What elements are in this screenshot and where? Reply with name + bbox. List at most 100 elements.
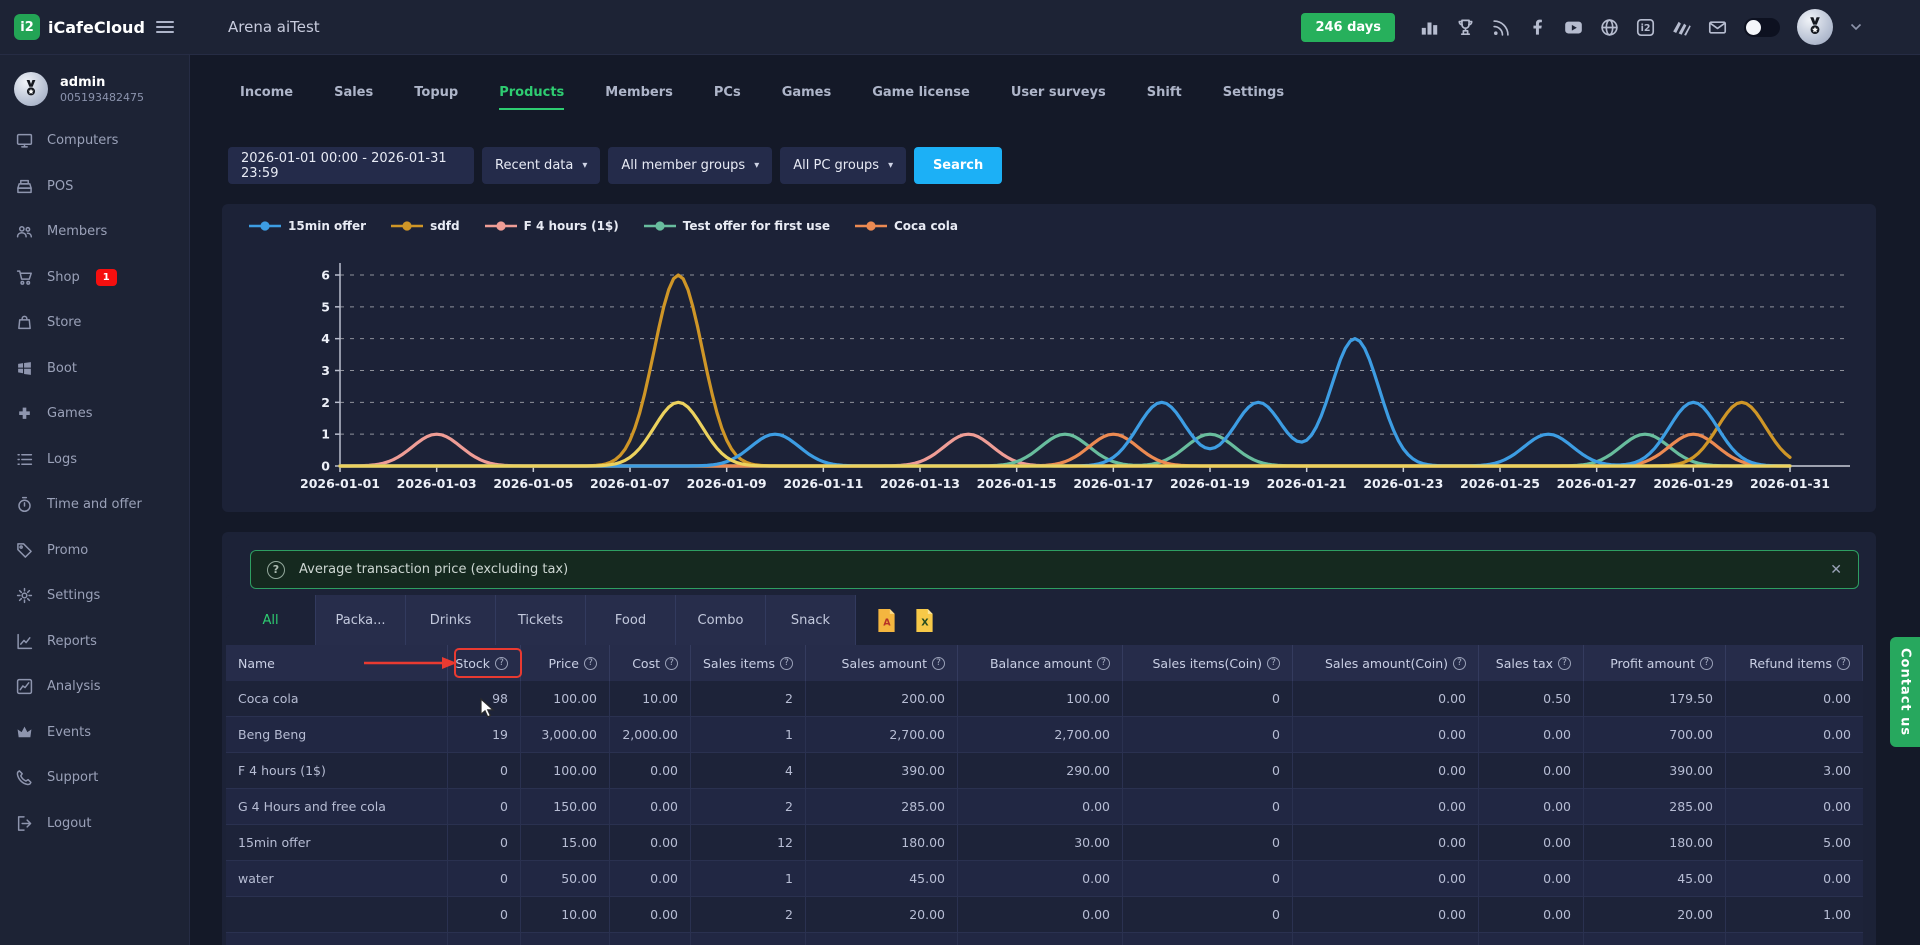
svg-text:3: 3 xyxy=(321,363,330,378)
tab-settings[interactable]: Settings xyxy=(1223,85,1284,110)
sidebar-item-events[interactable]: Events xyxy=(0,710,189,756)
computers-icon xyxy=(16,132,33,149)
legend-item-15min-offer[interactable]: 15min offer xyxy=(248,219,366,233)
tab-games[interactable]: Games xyxy=(782,85,832,110)
sidebar-item-reports[interactable]: Reports xyxy=(0,619,189,665)
table-row[interactable]: water050.000.00145.000.0000.000.0045.000… xyxy=(226,861,1863,897)
column-header-sales-tax[interactable]: Sales tax? xyxy=(1479,645,1584,681)
date-range-input[interactable]: 2026-01-01 00:00 - 2026-01-31 23:59 xyxy=(228,147,474,184)
column-header-name[interactable]: Name xyxy=(226,645,448,681)
chevron-down-icon[interactable] xyxy=(1850,23,1862,31)
help-icon: ? xyxy=(1097,657,1110,670)
sidebar-item-support[interactable]: Support xyxy=(0,755,189,801)
mail-icon[interactable] xyxy=(1708,18,1727,37)
tab-sales[interactable]: Sales xyxy=(334,85,373,110)
sidebar-item-logout[interactable]: Logout xyxy=(0,801,189,847)
column-header-sales-amount[interactable]: Sales amount? xyxy=(806,645,958,681)
legend-item-coca-cola[interactable]: Coca cola xyxy=(854,219,958,233)
icafecloud-app-icon[interactable]: i2 xyxy=(1636,18,1655,37)
sidebar-user[interactable]: admin 005193482475 xyxy=(0,55,189,118)
data-mode-select[interactable]: Recent data▾ xyxy=(482,147,600,184)
reports-icon xyxy=(16,633,33,650)
sidebar-item-shop[interactable]: Shop 1 xyxy=(0,255,189,301)
contact-us-button[interactable]: Contact us xyxy=(1890,637,1920,747)
tab-game-license[interactable]: Game license xyxy=(872,85,970,110)
column-header-profit-amount[interactable]: Profit amount? xyxy=(1584,645,1726,681)
sidebar-item-pos[interactable]: POS xyxy=(0,164,189,210)
export-excel-button[interactable]: X xyxy=(914,608,935,633)
brand-name: iCafeCloud xyxy=(48,18,145,37)
members-icon xyxy=(16,223,33,240)
tab-user-surveys[interactable]: User surveys xyxy=(1011,85,1106,110)
pc-groups-select[interactable]: All PC groups▾ xyxy=(780,147,906,184)
sidebar-item-store[interactable]: Store xyxy=(0,300,189,346)
svg-text:2026-01-21: 2026-01-21 xyxy=(1267,476,1347,491)
svg-text:2026-01-01: 2026-01-01 xyxy=(300,476,380,491)
category-tab-all[interactable]: All xyxy=(226,595,316,645)
table-row[interactable]: Beng Beng193,000.002,000.0012,700.002,70… xyxy=(226,717,1863,753)
category-tab-combo[interactable]: Combo xyxy=(676,595,766,645)
layers-icon[interactable] xyxy=(1672,18,1691,37)
brand: i2 iCafeCloud xyxy=(0,14,190,40)
table-row[interactable]: G 4 Hours and free cola0150.000.002285.0… xyxy=(226,789,1863,825)
license-days-badge[interactable]: 246 days xyxy=(1301,13,1395,42)
sidebar-item-boot[interactable]: Boot xyxy=(0,346,189,392)
svg-text:0: 0 xyxy=(321,459,330,474)
tab-members[interactable]: Members xyxy=(605,85,673,110)
category-tab-tickets[interactable]: Tickets xyxy=(496,595,586,645)
globe-icon[interactable] xyxy=(1600,18,1619,37)
category-tab-snack[interactable]: Snack xyxy=(766,595,856,645)
sidebar-item-games[interactable]: Games xyxy=(0,391,189,437)
column-header-stock[interactable]: Stock? xyxy=(448,645,521,681)
tab-shift[interactable]: Shift xyxy=(1147,85,1182,110)
table-row[interactable]: Coca cola98100.0010.002200.00100.0000.00… xyxy=(226,681,1863,717)
facebook-icon[interactable] xyxy=(1528,18,1547,37)
banner-close-icon[interactable]: ✕ xyxy=(1830,562,1842,578)
svg-text:2026-01-29: 2026-01-29 xyxy=(1653,476,1733,491)
legend-marker xyxy=(390,220,424,232)
table-row[interactable]: sdfd01.000.0087.800.0000.000.007.800.00 xyxy=(226,933,1863,945)
sidebar-item-computers[interactable]: Computers xyxy=(0,118,189,164)
tab-income[interactable]: Income xyxy=(240,85,293,110)
table-header: Name Stock? Price? Cost? Sales items? Sa… xyxy=(226,645,1863,681)
sidebar-item-settings[interactable]: Settings xyxy=(0,573,189,619)
tab-pcs[interactable]: PCs xyxy=(714,85,741,110)
sidebar-item-promo[interactable]: Promo xyxy=(0,528,189,574)
category-tab-drinks[interactable]: Drinks xyxy=(406,595,496,645)
sidebar-item-logs[interactable]: Logs xyxy=(0,437,189,483)
user-avatar[interactable] xyxy=(1797,9,1833,45)
table-row[interactable]: 010.000.00220.000.0000.000.0020.001.00 xyxy=(226,897,1863,933)
legend-item-test-offer-for-first-use[interactable]: Test offer for first use xyxy=(643,219,830,233)
category-tab-food[interactable]: Food xyxy=(586,595,676,645)
sidebar-item-analysis[interactable]: Analysis xyxy=(0,664,189,710)
export-pdf-button[interactable]: A xyxy=(876,608,897,633)
ranking-icon[interactable] xyxy=(1420,18,1439,37)
category-tab-packa[interactable]: Packa... xyxy=(316,595,406,645)
column-header-sales-items[interactable]: Sales items? xyxy=(691,645,806,681)
column-header-sales-amount-coin[interactable]: Sales amount(Coin)? xyxy=(1293,645,1479,681)
theme-toggle[interactable] xyxy=(1744,18,1780,37)
trophy-icon[interactable] xyxy=(1456,18,1475,37)
chart-legend: 15min offer sdfd F 4 hours (1$) Test off… xyxy=(248,219,958,233)
table-row[interactable]: F 4 hours (1$)0100.000.004390.00290.0000… xyxy=(226,753,1863,789)
legend-marker xyxy=(643,220,677,232)
column-header-refund-items[interactable]: Refund items? xyxy=(1726,645,1863,681)
column-header-sales-items-coin[interactable]: Sales items(Coin)? xyxy=(1123,645,1293,681)
svg-text:2026-01-13: 2026-01-13 xyxy=(880,476,960,491)
table-row[interactable]: 15min offer015.000.0012180.0030.0000.000… xyxy=(226,825,1863,861)
menu-toggle-icon[interactable] xyxy=(156,21,174,33)
youtube-icon[interactable] xyxy=(1564,18,1583,37)
column-header-price[interactable]: Price? xyxy=(521,645,610,681)
sidebar-item-members[interactable]: Members xyxy=(0,209,189,255)
legend-item-f-4-hours-1[interactable]: F 4 hours (1$) xyxy=(484,219,619,233)
column-header-cost[interactable]: Cost? xyxy=(610,645,691,681)
search-button[interactable]: Search xyxy=(914,147,1002,184)
member-groups-select[interactable]: All member groups▾ xyxy=(608,147,772,184)
tab-products[interactable]: Products xyxy=(499,85,564,110)
sidebar-item-time-and-offer[interactable]: Time and offer xyxy=(0,482,189,528)
legend-item-sdfd[interactable]: sdfd xyxy=(390,219,460,233)
topbar-right: 246 days i2 xyxy=(1301,9,1920,45)
rss-icon[interactable] xyxy=(1492,18,1511,37)
tab-topup[interactable]: Topup xyxy=(414,85,458,110)
column-header-balance-amount[interactable]: Balance amount? xyxy=(958,645,1123,681)
